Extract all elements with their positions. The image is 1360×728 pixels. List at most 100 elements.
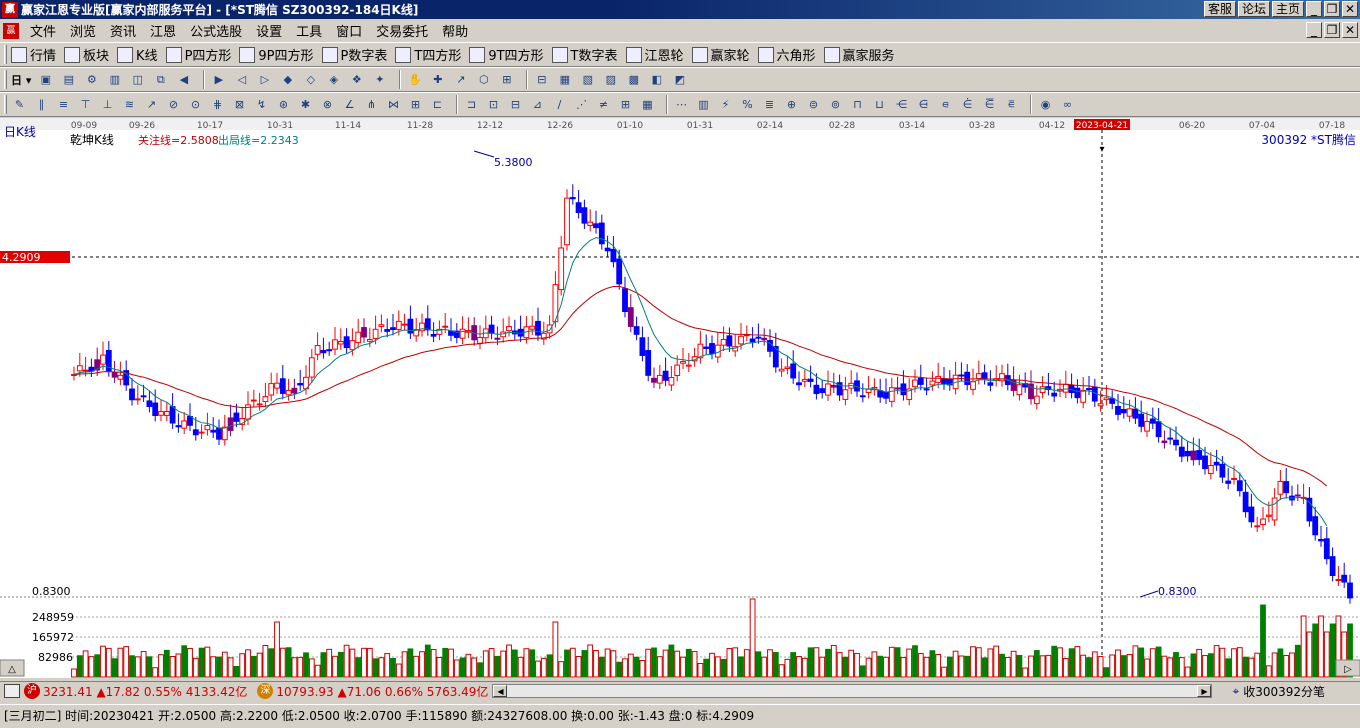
chart-tool-17-icon[interactable]: ↗ (452, 71, 469, 88)
chart-tool-11-icon[interactable]: ◇ (302, 71, 319, 88)
draw-tool-34-icon[interactable]: ⊕ (783, 96, 800, 113)
draw-tool-35-icon[interactable]: ⊜ (805, 96, 822, 113)
draw-tool-17-icon[interactable]: ⋈ (385, 96, 402, 113)
tick-data-icon[interactable]: ⌖ (1232, 684, 1239, 699)
draw-tool-23-icon[interactable]: ⊿ (529, 96, 546, 113)
chart-tool-10-icon[interactable]: ◆ (279, 71, 296, 88)
chart-tool-1-icon[interactable]: ▤ (60, 71, 77, 88)
chart-tool-7-icon[interactable]: ▶ (210, 71, 227, 88)
chart-tool-0-icon[interactable]: ▣ (37, 71, 54, 88)
draw-tool-9-icon[interactable]: ⋕ (209, 96, 226, 113)
toolbar-item-4[interactable]: 9P四方形 (239, 45, 314, 64)
menu-screener[interactable]: 公式选股 (183, 21, 249, 40)
draw-tool-19-icon[interactable]: ⊏ (429, 96, 446, 113)
chart-tool-14-icon[interactable]: ✦ (371, 71, 388, 88)
toolbar-item-10[interactable]: 赢家轮 (691, 45, 750, 64)
draw-tool-0-icon[interactable]: ✎ (11, 96, 28, 113)
forum-button[interactable]: 论坛 (1237, 1, 1270, 17)
draw-tool-44-icon[interactable]: ⋷ (1003, 96, 1020, 113)
draw-tool-21-icon[interactable]: ⊡ (485, 96, 502, 113)
draw-tool-29-icon[interactable]: ⋯ (673, 96, 690, 113)
draw-tool-39-icon[interactable]: ⋲ (893, 96, 910, 113)
draw-tool-1-icon[interactable]: ∥ (33, 96, 50, 113)
draw-tool-32-icon[interactable]: % (739, 96, 756, 113)
toolbar-item-8[interactable]: T数字表 (551, 45, 618, 64)
toolbar-item-2[interactable]: K线 (117, 45, 158, 64)
draw-tool-10-icon[interactable]: ⊠ (231, 96, 248, 113)
chart-tool-15-icon[interactable]: ✋ (406, 71, 423, 88)
draw-tool-5-icon[interactable]: ≋ (121, 96, 138, 113)
draw-tool-22-icon[interactable]: ⊟ (507, 96, 524, 113)
chart-tool-8-icon[interactable]: ◁ (233, 71, 250, 88)
menu-window[interactable]: 窗口 (329, 21, 369, 40)
scroll-left-icon[interactable]: ◀ (493, 685, 508, 697)
draw-tool-12-icon[interactable]: ⊛ (275, 96, 292, 113)
draw-tool-18-icon[interactable]: ⊞ (407, 96, 424, 113)
calc-icon[interactable] (4, 684, 20, 698)
toolbar-item-6[interactable]: T四方形 (395, 45, 461, 64)
toolbar-item-7[interactable]: 9T四方形 (469, 45, 544, 64)
draw-tool-38-icon[interactable]: ⊔ (871, 96, 888, 113)
chart-tool-24-icon[interactable]: ▩ (625, 71, 642, 88)
chart-tool-21-icon[interactable]: ▦ (556, 71, 573, 88)
draw-tool-37-icon[interactable]: ⊓ (849, 96, 866, 113)
menu-info[interactable]: 资讯 (103, 21, 143, 40)
menu-browse[interactable]: 浏览 (63, 21, 103, 40)
toolbar-item-11[interactable]: 六角形 (757, 45, 816, 64)
draw-tool-25-icon[interactable]: ⋰ (573, 96, 590, 113)
tick-data-label[interactable]: 收300392分笔 (1243, 683, 1325, 700)
service-button[interactable]: 客服 (1203, 1, 1236, 17)
draw-tool-45-icon[interactable]: ◉ (1037, 96, 1054, 113)
draw-tool-24-icon[interactable]: ∕ (551, 96, 568, 113)
minimize-icon[interactable]: _ (1306, 1, 1322, 17)
draw-tool-16-icon[interactable]: ⋔ (363, 96, 380, 113)
toolbar-item-5[interactable]: P数字表 (321, 45, 387, 64)
draw-tool-8-icon[interactable]: ⊙ (187, 96, 204, 113)
chart-tool-23-icon[interactable]: ▨ (602, 71, 619, 88)
toolbar-item-0[interactable]: 行情 (11, 45, 56, 64)
draw-tool-4-icon[interactable]: ⊥ (99, 96, 116, 113)
toolbar-item-1[interactable]: 板块 (64, 45, 109, 64)
menu-settings[interactable]: 设置 (249, 21, 289, 40)
chart-tool-3-icon[interactable]: ▥ (106, 71, 123, 88)
draw-tool-42-icon[interactable]: ⋵ (959, 96, 976, 113)
chart-tool-6-icon[interactable]: ◀ (175, 71, 192, 88)
close-icon[interactable]: ✕ (1342, 1, 1358, 17)
draw-tool-14-icon[interactable]: ⊗ (319, 96, 336, 113)
sz-index-text[interactable]: 10793.93 ▲71.06 0.66% 5763.49亿 (276, 683, 488, 700)
draw-tool-41-icon[interactable]: ⋴ (937, 96, 954, 113)
draw-tool-36-icon[interactable]: ⊚ (827, 96, 844, 113)
restore-icon[interactable]: ❐ (1324, 1, 1340, 17)
chart-tool-5-icon[interactable]: ⧉ (152, 71, 169, 88)
draw-tool-33-icon[interactable]: ≣ (761, 96, 778, 113)
draw-tool-13-icon[interactable]: ✱ (297, 96, 314, 113)
chart-tool-9-icon[interactable]: ▷ (256, 71, 273, 88)
chart-tool-18-icon[interactable]: ⬡ (475, 71, 492, 88)
chart-tool-22-icon[interactable]: ▧ (579, 71, 596, 88)
toolbar-item-9[interactable]: 江恩轮 (625, 45, 684, 64)
menu-gann[interactable]: 江恩 (143, 21, 183, 40)
menu-trade[interactable]: 交易委托 (369, 21, 435, 40)
chart-tool-26-icon[interactable]: ◩ (671, 71, 688, 88)
draw-tool-3-icon[interactable]: ⊤ (77, 96, 94, 113)
chart-tool-19-icon[interactable]: ⊞ (498, 71, 515, 88)
draw-tool-15-icon[interactable]: ∠ (341, 96, 358, 113)
draw-tool-7-icon[interactable]: ⊘ (165, 96, 182, 113)
toolbar-item-3[interactable]: P四方形 (165, 45, 231, 64)
draw-tool-30-icon[interactable]: ▥ (695, 96, 712, 113)
chart-tool-16-icon[interactable]: ✚ (429, 71, 446, 88)
chart-tool-25-icon[interactable]: ◧ (648, 71, 665, 88)
menu-file[interactable]: 文件 (23, 21, 63, 40)
chart-tool-12-icon[interactable]: ◈ (325, 71, 342, 88)
kline-chart-panel[interactable]: 09-09 09-26 10-17 10-31 11-14 11-28 12-12 12-26… (0, 118, 1360, 678)
scroll-up-icon[interactable]: △ (8, 664, 16, 675)
mdi-close-icon[interactable]: ✕ (1342, 22, 1358, 38)
draw-tool-2-icon[interactable]: ≡ (55, 96, 72, 113)
sh-index-text[interactable]: 3231.41 ▲17.82 0.55% 4133.42亿 (43, 683, 247, 700)
scroll-right-icon[interactable]: ▷ (1344, 664, 1352, 675)
chart-tool-2-icon[interactable]: ⚙ (83, 71, 100, 88)
draw-tool-11-icon[interactable]: ↯ (253, 96, 270, 113)
chart-tool-4-icon[interactable]: ◫ (129, 71, 146, 88)
draw-tool-20-icon[interactable]: ⊐ (463, 96, 480, 113)
chart-tool-20-icon[interactable]: ⊟ (533, 71, 550, 88)
